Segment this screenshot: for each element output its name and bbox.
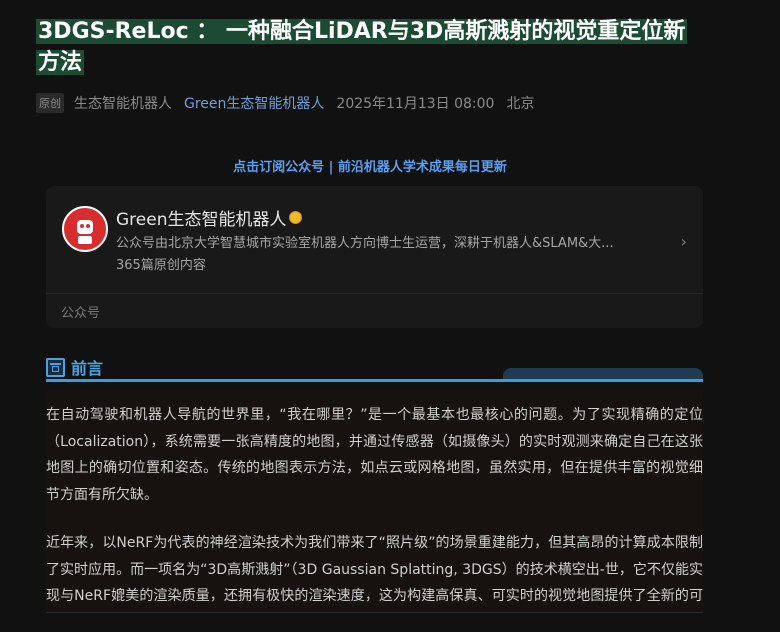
- body-bottom-divider: [46, 612, 703, 613]
- publish-location: 北京: [506, 96, 535, 112]
- article-page: 3DGS-ReLoc ： 一种融合LiDAR与3D高斯溅射的视觉重定位新方法 原…: [0, 0, 780, 632]
- account-card-count: 365篇原创内容: [116, 258, 206, 273]
- account-card-footer: 公众号: [61, 306, 101, 321]
- author-name: 生态智能机器人: [74, 96, 172, 112]
- section-title: 前言: [71, 359, 104, 378]
- paragraph: 在自动驾驶和机器人导航的世界里，“我在哪里？”是一个最基本也最核心的问题。为了实…: [46, 407, 703, 503]
- subscribe-banner[interactable]: 点击订阅公众号 | 前沿机器人学术成果每日更新: [36, 156, 704, 175]
- original-badge: 原创: [36, 93, 64, 113]
- account-card-description: 公众号由北京大学智慧城市实验室机器人方向博士生运营，深耕于机器人&SLAM&大.…: [116, 236, 614, 251]
- section-icon: [46, 358, 65, 377]
- chevron-right-icon[interactable]: ›: [681, 232, 687, 251]
- section-underline: [46, 379, 703, 382]
- publish-date: 2025年11月13日 08:00: [336, 96, 495, 112]
- card-divider: [46, 293, 703, 294]
- account-card[interactable]: Green生态智能机器人 公众号由北京大学智慧城市实验室机器人方向博士生运营，深…: [46, 186, 703, 328]
- article-body: 在自动驾驶和机器人导航的世界里，“我在哪里？”是一个最基本也最核心的问题。为了实…: [46, 390, 703, 612]
- robot-logo-icon: [62, 206, 108, 252]
- article-title: 3DGS-ReLoc ： 一种融合LiDAR与3D高斯溅射的视觉重定位新方法: [36, 19, 688, 75]
- verified-icon: [290, 212, 302, 223]
- section-header: 前言: [46, 352, 703, 382]
- account-link[interactable]: Green生态智能机器人: [184, 93, 324, 113]
- account-card-name: Green生态智能机器人: [116, 205, 302, 230]
- paragraph: 近年来，以NeRF为代表的神经渲染技术为我们带来了“照片级”的场景重建能力，但其…: [46, 535, 703, 604]
- article-meta: 原创 生态智能机器人 Green生态智能机器人 2025年11月13日 08:0…: [36, 92, 534, 114]
